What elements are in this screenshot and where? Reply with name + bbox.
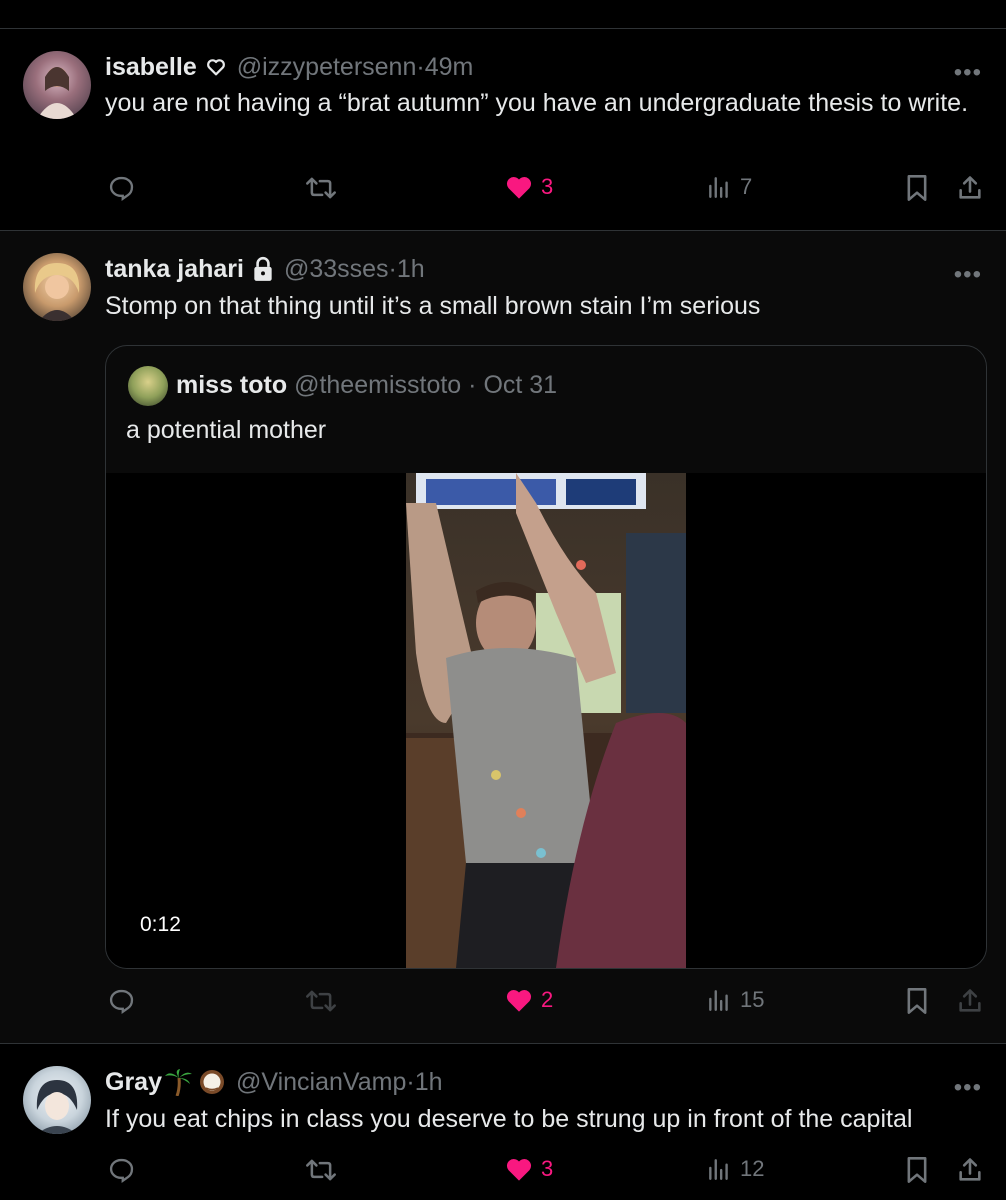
views-icon	[709, 177, 728, 198]
like-button[interactable]: 3	[505, 174, 553, 200]
more-button[interactable]: •••	[954, 1076, 982, 1100]
bookmark-button[interactable]	[905, 987, 929, 1015]
quote-header: miss toto @theemisstoto · Oct 31	[176, 368, 557, 402]
separator: ·	[416, 53, 425, 81]
like-button[interactable]: 2	[505, 987, 553, 1013]
coconut-icon	[198, 1068, 226, 1096]
share-icon	[959, 989, 981, 1012]
action-bar: 2 15	[0, 987, 1006, 1027]
tweet-text: you are not having a “brat autumn” you h…	[105, 89, 969, 117]
views-button[interactable]: 15	[706, 987, 764, 1013]
reply-icon	[109, 1158, 134, 1183]
heart-filled-icon	[506, 990, 532, 1012]
top-strip	[0, 0, 1006, 28]
share-button[interactable]	[956, 987, 984, 1015]
tweet-header: tanka jahari @33sses · 1h	[105, 253, 425, 285]
views-icon	[709, 990, 728, 1011]
action-bar: 3 7	[0, 174, 1006, 214]
tweet-3[interactable]: Gray @VincianVamp · 1h ••• If you eat ch…	[0, 1044, 1006, 1200]
tweet-header: isabelle @izzypetersenn · 49m	[105, 51, 473, 83]
reply-button[interactable]	[107, 174, 135, 202]
reply-icon	[109, 176, 134, 201]
bookmark-icon	[907, 175, 927, 201]
like-button[interactable]: 3	[505, 1156, 553, 1182]
retweet-icon	[306, 990, 336, 1012]
timestamp[interactable]: 1h	[415, 1066, 443, 1098]
avatar[interactable]	[23, 51, 91, 119]
retweet-button[interactable]	[305, 987, 337, 1015]
quote-text: a potential mother	[126, 416, 327, 444]
tweet-2[interactable]: tanka jahari @33sses · 1h ••• Stomp on t…	[0, 231, 1006, 1043]
views-button[interactable]: 12	[706, 1156, 764, 1182]
reply-icon	[109, 989, 134, 1014]
timestamp[interactable]: 1h	[397, 253, 425, 285]
quote-avatar[interactable]	[128, 366, 168, 406]
views-button[interactable]: 7	[706, 174, 752, 200]
display-name[interactable]: Gray	[105, 1066, 162, 1098]
display-name[interactable]: tanka jahari	[105, 253, 244, 285]
like-count: 3	[541, 1156, 554, 1181]
like-count: 2	[541, 987, 554, 1012]
reply-button[interactable]	[107, 1156, 135, 1184]
avatar[interactable]	[23, 1066, 91, 1134]
quote-display-name[interactable]: miss toto	[176, 371, 287, 399]
retweet-icon	[306, 1159, 336, 1181]
tweet-text: Stomp on that thing until it’s a small b…	[105, 292, 761, 320]
like-count: 3	[541, 174, 554, 199]
views-count: 15	[740, 987, 765, 1012]
quote-tweet[interactable]: miss toto @theemisstoto · Oct 31 a poten…	[105, 345, 987, 969]
action-bar: 3 12	[0, 1156, 1006, 1196]
bookmark-icon	[907, 988, 927, 1014]
more-button[interactable]: •••	[954, 61, 982, 85]
display-name[interactable]: isabelle	[105, 51, 197, 83]
share-button[interactable]	[956, 174, 984, 202]
tweet-header: Gray @VincianVamp · 1h	[105, 1066, 443, 1098]
share-icon	[959, 176, 981, 199]
tweet-1[interactable]: isabelle @izzypetersenn · 49m ••• you ar…	[0, 29, 1006, 230]
lock-icon	[252, 256, 274, 282]
video-duration: 0:12	[140, 913, 181, 936]
views-count: 7	[740, 174, 753, 199]
heart-outline-icon	[205, 56, 227, 78]
bookmark-button[interactable]	[905, 174, 929, 202]
more-button[interactable]: •••	[954, 263, 982, 287]
retweet-icon	[306, 177, 336, 199]
heart-filled-icon	[506, 177, 532, 199]
retweet-button[interactable]	[305, 1156, 337, 1184]
share-icon	[959, 1158, 981, 1181]
quote-handle[interactable]: @theemisstoto	[294, 371, 461, 399]
timestamp[interactable]: 49m	[425, 51, 474, 83]
handle[interactable]: @33sses	[284, 253, 389, 285]
views-icon	[709, 1159, 728, 1180]
tweet-text: If you eat chips in class you deserve to…	[105, 1105, 913, 1133]
heart-filled-icon	[506, 1159, 532, 1181]
bookmark-icon	[907, 1157, 927, 1183]
avatar[interactable]	[23, 253, 91, 321]
separator: ·	[388, 255, 397, 283]
quote-timestamp[interactable]: Oct 31	[483, 371, 557, 399]
share-button[interactable]	[956, 1156, 984, 1184]
separator: ·	[468, 371, 484, 399]
handle[interactable]: @VincianVamp	[236, 1066, 406, 1098]
views-count: 12	[740, 1156, 765, 1181]
separator: ·	[406, 1068, 415, 1096]
video-frame[interactable]	[406, 473, 686, 968]
reply-button[interactable]	[107, 987, 135, 1015]
handle[interactable]: @izzypetersenn	[237, 51, 417, 83]
palm-tree-icon	[164, 1068, 194, 1096]
bookmark-button[interactable]	[905, 1156, 929, 1184]
video-player[interactable]: 0:12	[106, 473, 986, 968]
retweet-button[interactable]	[305, 174, 337, 202]
